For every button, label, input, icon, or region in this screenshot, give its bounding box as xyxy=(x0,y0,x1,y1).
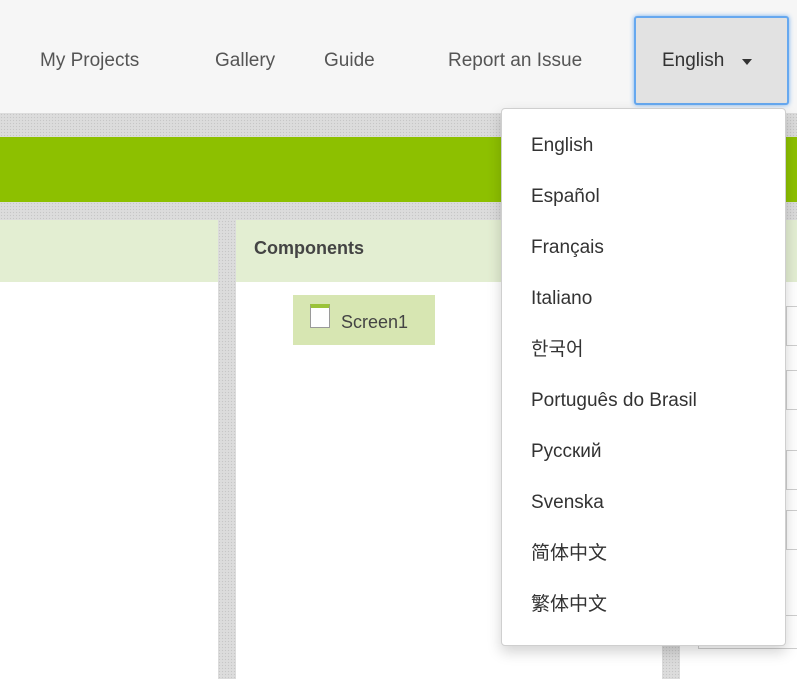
component-label: Screen1 xyxy=(341,312,409,332)
property-field[interactable] xyxy=(786,510,797,550)
nav-my-projects[interactable]: My Projects xyxy=(40,48,139,74)
language-button-label: English xyxy=(662,50,725,71)
language-option-russian[interactable]: Русский xyxy=(502,427,785,477)
language-option-espanol[interactable]: Español xyxy=(502,172,785,222)
nav-report-issue[interactable]: Report an Issue xyxy=(448,48,582,74)
language-option-traditional-chinese[interactable]: 繁体中文 xyxy=(502,580,785,630)
screen-icon xyxy=(310,304,330,328)
language-option-english[interactable]: English xyxy=(502,121,785,171)
language-option-italiano[interactable]: Italiano xyxy=(502,274,785,324)
caret-down-icon xyxy=(742,59,752,65)
language-menu: English Español Français Italiano 한국어 Po… xyxy=(501,108,786,646)
language-dropdown-button[interactable]: English xyxy=(634,16,789,105)
language-option-portugues-brasil[interactable]: Português do Brasil xyxy=(502,376,785,426)
property-field[interactable] xyxy=(786,306,797,346)
language-option-francais[interactable]: Français xyxy=(502,223,785,273)
components-title: Components xyxy=(254,238,364,258)
nav-gallery[interactable]: Gallery xyxy=(215,48,275,74)
app-window: My Projects Gallery Guide Report an Issu… xyxy=(0,0,797,679)
property-field[interactable] xyxy=(786,450,797,490)
viewer-panel xyxy=(0,220,218,679)
nav-guide[interactable]: Guide xyxy=(324,48,375,74)
gutter-left xyxy=(218,220,236,679)
language-option-svenska[interactable]: Svenska xyxy=(502,478,785,528)
component-tree-item-screen1[interactable]: Screen1 xyxy=(293,295,435,345)
top-nav-bar: My Projects Gallery Guide Report an Issu… xyxy=(0,0,797,113)
language-option-korean[interactable]: 한국어 xyxy=(502,325,785,375)
viewer-panel-header xyxy=(0,220,218,282)
language-option-simplified-chinese[interactable]: 简体中文 xyxy=(502,529,785,579)
property-field[interactable] xyxy=(786,370,797,410)
